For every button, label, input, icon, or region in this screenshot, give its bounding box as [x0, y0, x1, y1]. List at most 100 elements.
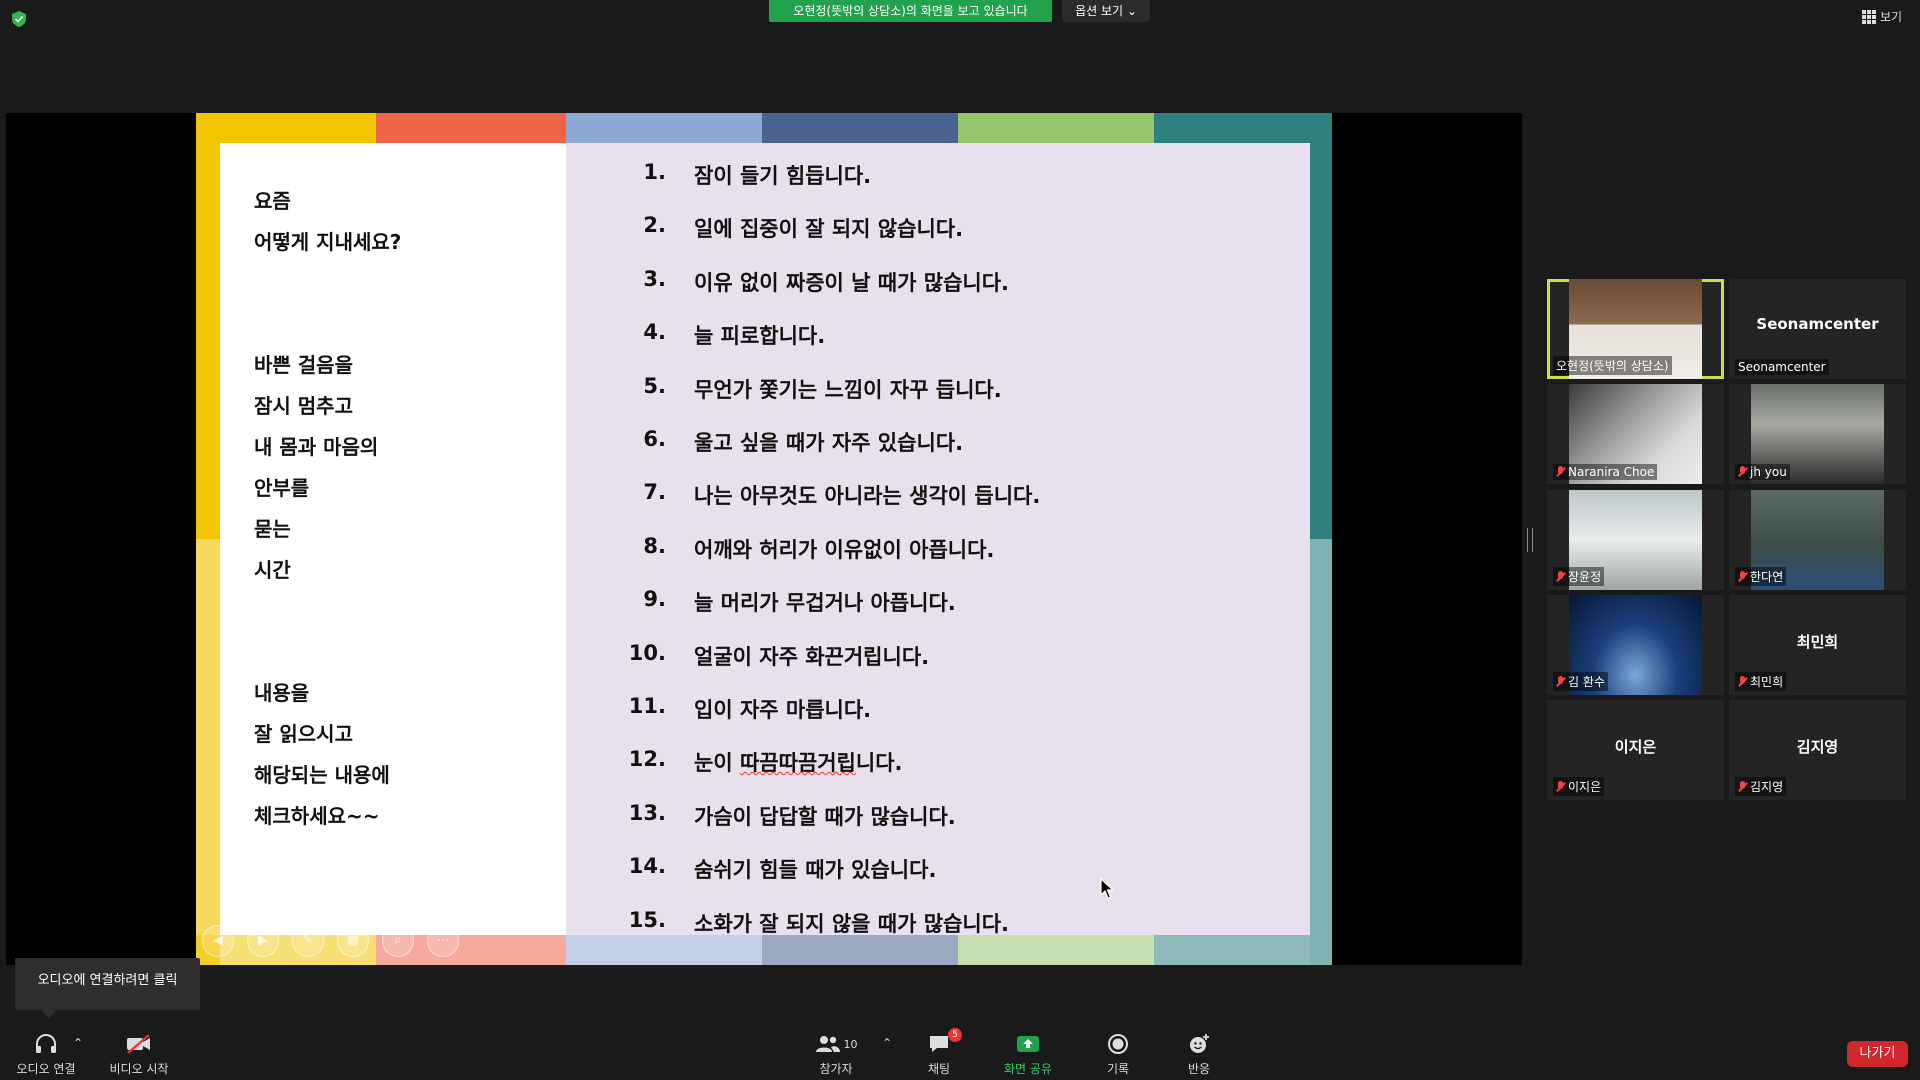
checklist-item-number: 13.	[628, 801, 666, 825]
screen-share-banner: 오현정(뜻밖의 상담소)의 화면을 보고 있습니다	[769, 0, 1052, 22]
slide-top-strip	[196, 113, 376, 143]
slide-top-strip	[762, 113, 958, 143]
participants-label: 참가자	[819, 1062, 853, 1076]
checklist-item-text: 이유 없이 짜증이 날 때가 많습니다.	[694, 271, 1010, 295]
slide-intro-line: 바쁜 걸음을	[254, 353, 353, 377]
participant-name: 김지영	[1750, 780, 1784, 794]
participant-tile[interactable]: 장윤정	[1547, 490, 1724, 590]
checklist-item-number: 8.	[643, 534, 666, 558]
participant-name-tag: 오현정(뜻밖의 상담소)	[1553, 356, 1672, 375]
start-video-button[interactable]: 비디오 시작	[104, 1032, 174, 1077]
record-label: 기록	[1106, 1062, 1130, 1076]
reactions-button[interactable]: 반응	[1184, 1032, 1214, 1077]
checklist-item-number: 2.	[643, 213, 666, 237]
slide-intro-line: 내 몸과 마음의	[254, 435, 379, 459]
participant-tile[interactable]: 최민희 최민희	[1729, 595, 1906, 695]
checklist-item-number: 7.	[643, 480, 666, 504]
participants-options-chevron-icon[interactable]: ⌃	[881, 1036, 893, 1050]
participant-tile[interactable]: 김지영 김지영	[1729, 700, 1906, 800]
checklist-item-number: 12.	[628, 747, 666, 771]
slide-frame-teal-light	[1310, 539, 1332, 965]
participant-name: Naranira Choe	[1568, 465, 1655, 479]
record-button[interactable]: 기록	[1103, 1032, 1133, 1077]
participant-tile[interactable]: 오현정(뜻밖의 상담소)	[1547, 279, 1724, 379]
muted-mic-icon	[1556, 466, 1565, 478]
checklist-item-text: 소화가 잘 되지 않을 때가 많습니다.	[694, 912, 1010, 936]
mouse-cursor-icon	[1100, 878, 1115, 899]
participant-tile[interactable]: Naranira Choe	[1547, 384, 1724, 484]
panel-resize-handle[interactable]	[1527, 528, 1533, 552]
checklist-item-number: 9.	[643, 587, 666, 611]
participant-name: 오현정(뜻밖의 상담소)	[1556, 359, 1669, 373]
slide-intro-line: 어떻게 지내세요?	[254, 230, 402, 254]
leave-meeting-button[interactable]: 나가기	[1847, 1041, 1908, 1067]
view-options-label: 옵션 보기	[1075, 4, 1124, 18]
slide-top-strip	[376, 113, 566, 143]
grid-icon	[1862, 9, 1876, 24]
checklist-item-number: 5.	[643, 374, 666, 398]
slide-bottom-strip	[566, 935, 762, 965]
chat-label: 채팅	[927, 1062, 951, 1076]
participant-name-tag: 최민희	[1735, 672, 1787, 691]
start-video-label: 비디오 시작	[109, 1062, 169, 1076]
checklist-item-text: 잠이 들기 힘듭니다.	[694, 164, 872, 188]
slide-intro-line: 묻는	[254, 517, 291, 541]
participant-name: jh you	[1750, 465, 1787, 479]
muted-mic-icon	[1556, 675, 1565, 688]
checklist-item-text: 가슴이 답답할 때가 많습니다.	[694, 805, 956, 829]
participant-tile[interactable]: jh you	[1729, 384, 1906, 484]
slide-top-strip	[1154, 113, 1310, 143]
headphones-icon	[36, 1034, 56, 1053]
next-slide-button[interactable]: ▶	[247, 925, 279, 957]
slide-bottom-strip	[762, 935, 958, 965]
checklist-item-text: 얼굴이 자주 화끈거립니다.	[694, 645, 930, 669]
checklist-item-number: 3.	[643, 267, 666, 291]
checklist-item-text: 숨쉬기 힘들 때가 있습니다.	[694, 858, 937, 882]
participant-display-name: 최민희	[1796, 633, 1839, 651]
prev-slide-button[interactable]: ◀	[202, 925, 234, 957]
gallery-view-button[interactable]: 보기	[1862, 8, 1902, 25]
view-options-button[interactable]: 옵션 보기 ⌄	[1062, 0, 1150, 22]
slide-top-strip	[566, 113, 762, 143]
slides-grid-icon[interactable]: ▦	[337, 925, 369, 957]
muted-mic-icon	[1556, 570, 1565, 583]
video-off-icon	[127, 1034, 150, 1054]
participant-tile[interactable]: 이지은 이지은	[1547, 700, 1724, 800]
checklist-item-text: 입이 자주 마릅니다.	[694, 698, 872, 722]
participant-name-tag: Seonamcenter	[1735, 359, 1829, 375]
participant-tile[interactable]: 김 환수	[1547, 595, 1724, 695]
muted-mic-icon	[1556, 780, 1565, 793]
slide-intro-line: 안부를	[254, 476, 310, 500]
muted-mic-icon	[1738, 466, 1747, 478]
audio-options-chevron-icon[interactable]: ⌃	[72, 1036, 84, 1050]
participant-tile[interactable]: Seonamcenter Seonamcenter	[1729, 279, 1906, 379]
participant-name: Seonamcenter	[1738, 360, 1826, 374]
audio-connect-tooltip: 오디오에 연결하려면 클릭	[15, 958, 200, 1018]
checklist-item-text: 늘 머리가 무겁거나 아픕니다.	[694, 591, 956, 615]
muted-mic-icon	[1738, 570, 1747, 583]
checklist-item-text: 무언가 쫓기는 느낌이 자꾸 듭니다.	[694, 378, 1002, 402]
participant-name-tag: 장윤정	[1553, 567, 1605, 586]
chat-icon	[930, 1036, 948, 1052]
checklist-item-number: 4.	[643, 320, 666, 344]
zoom-icon[interactable]: ⌕	[382, 925, 414, 957]
muted-mic-icon	[1738, 675, 1747, 688]
slide-intro-line: 체크하세요~~	[254, 804, 380, 828]
participant-tile[interactable]: 한다연	[1729, 490, 1906, 590]
more-options-icon[interactable]: ⋯	[427, 925, 459, 957]
slide-frame-teal	[1310, 113, 1332, 539]
participant-name: 한다연	[1750, 570, 1784, 584]
chat-button[interactable]: 5 채팅	[924, 1028, 962, 1077]
muted-mic-icon	[1738, 780, 1747, 793]
slide-frame-yellow-light	[196, 539, 220, 965]
join-audio-label: 오디오 연결	[16, 1062, 76, 1076]
join-audio-button[interactable]: 오디오 연결	[14, 1032, 78, 1077]
participant-name-tag: 김지영	[1735, 777, 1787, 796]
pen-icon[interactable]: ✎	[292, 925, 324, 957]
checklist-item-text: 늘 피로합니다.	[694, 324, 826, 348]
checklist-item-number: 11.	[628, 694, 666, 718]
record-icon	[1108, 1034, 1128, 1054]
share-screen-button[interactable]: 화면 공유	[1000, 1032, 1056, 1077]
participants-button[interactable]: 10 참가자	[812, 1032, 860, 1077]
security-shield-icon[interactable]	[10, 10, 28, 28]
